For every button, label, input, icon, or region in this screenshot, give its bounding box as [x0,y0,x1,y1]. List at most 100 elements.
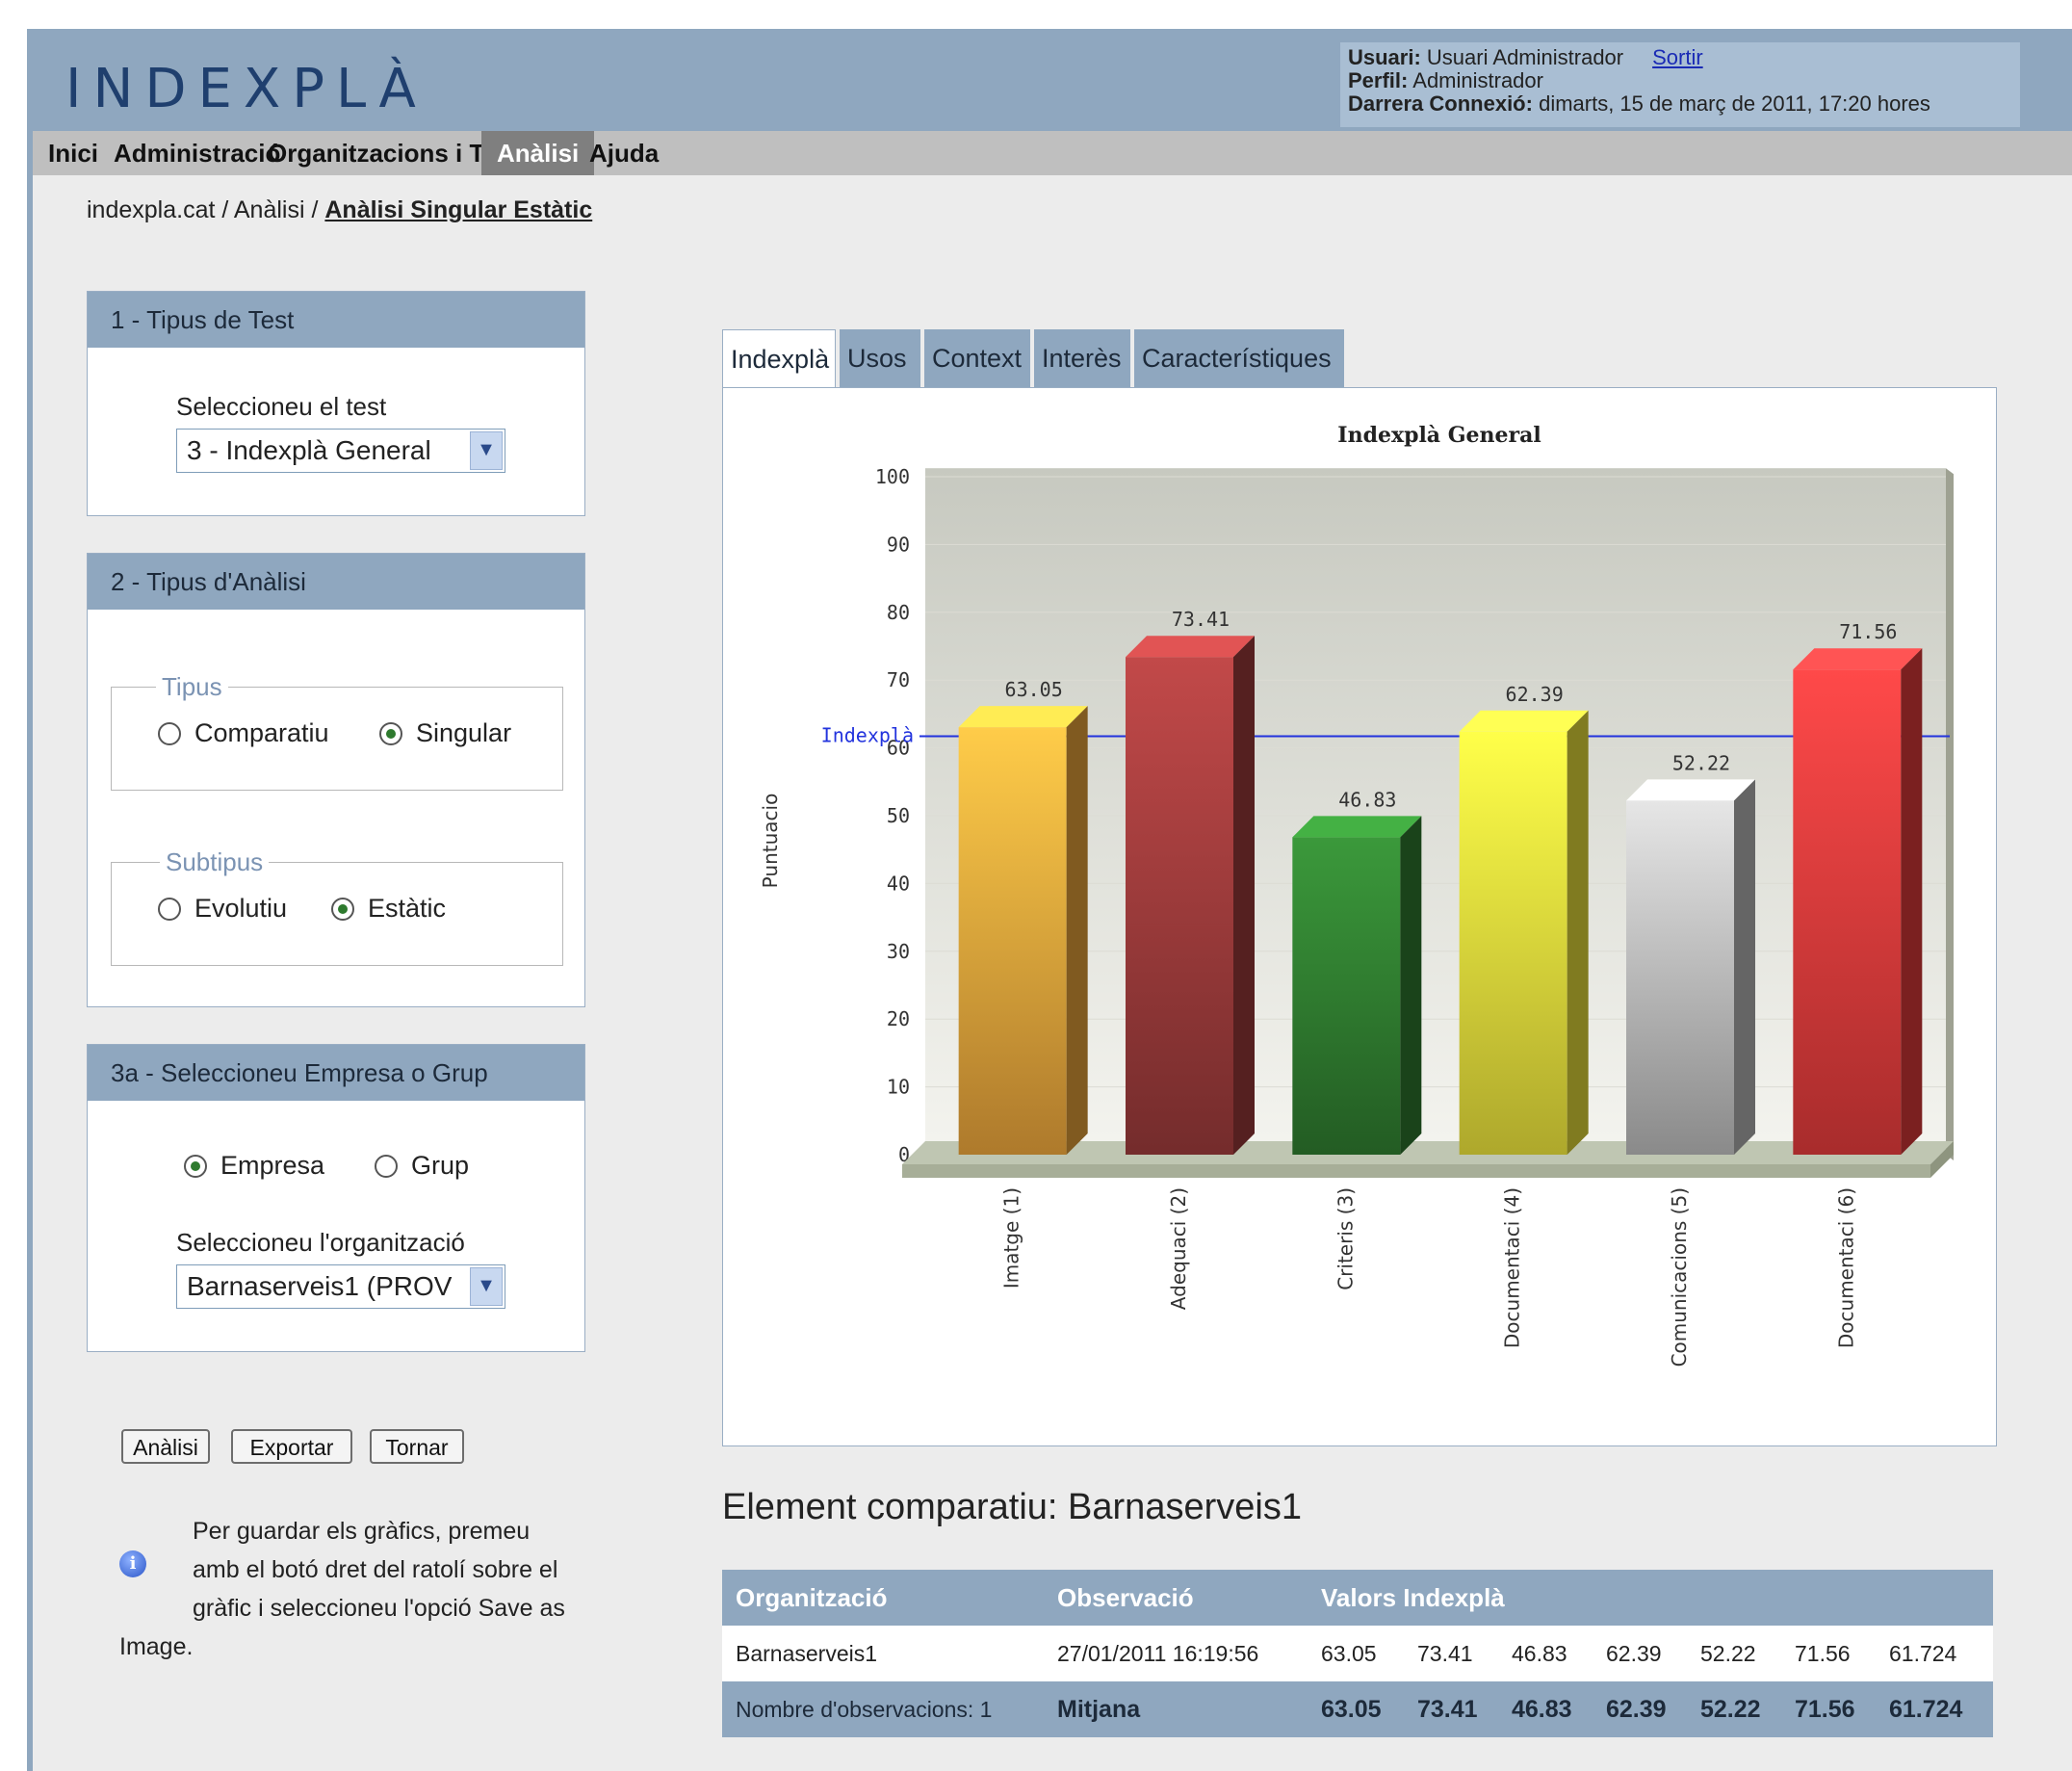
bar-value-label: 71.56 [1839,620,1897,643]
radio-comparatiu[interactable]: Comparatiu [158,718,329,748]
radio-evolutiu-label: Evolutiu [194,894,288,923]
chart-container: Indexplà General Puntuacio 0 10 20 30 40 50 60… [722,387,1997,1446]
summary-value-4: 62.39 [1606,1696,1667,1723]
row-value-7: 61.724 [1889,1641,1957,1666]
radio-empresa[interactable]: Empresa [184,1151,324,1181]
row-value-3: 46.83 [1512,1641,1567,1666]
tab-indexpla[interactable]: Indexplà [722,329,836,388]
bar-front [1126,657,1233,1155]
bar-value-label: 46.83 [1338,788,1396,811]
radio-grup-circle[interactable] [375,1154,398,1178]
radio-estatic-circle[interactable] [331,897,354,921]
user-label: Usuari: [1348,45,1421,69]
col-header-obs: Observació [1057,1583,1194,1612]
col-header-values: Valors Indexplà [1321,1583,1505,1612]
radio-singular-label: Singular [416,718,512,747]
tipus-legend: Tipus [156,672,228,702]
organization-select-value: Barnaserveis1 (PROV [187,1271,453,1301]
bar-front [1793,669,1902,1155]
y-tick-label: 90 [887,533,910,556]
radio-empresa-label: Empresa [220,1151,325,1180]
user-value: Usuari Administrador [1426,45,1624,69]
radio-evolutiu[interactable]: Evolutiu [158,894,287,924]
y-tick-label: 70 [887,668,910,691]
tab-caracteristiques[interactable]: Característiques [1134,329,1344,387]
logout-link[interactable]: Sortir [1652,45,1703,69]
organization-select[interactable]: Barnaserveis1 (PROV ▼ [176,1264,505,1309]
breadcrumb-path[interactable]: indexpla.cat / Anàlisi / [87,196,324,223]
analisi-button[interactable]: Anàlisi [121,1429,210,1464]
row-org: Barnaserveis1 [736,1641,878,1666]
col-header-org: Organització [736,1583,888,1612]
y-tick-label: 50 [887,804,910,827]
y-tick-label: 80 [887,601,910,624]
radio-comparatiu-circle[interactable] [158,721,181,745]
y-tick-label: 100 [875,465,910,488]
x-category-label: Imatge (1) [1000,1187,1023,1289]
info-icon: i [119,1550,146,1577]
summary-value-2: 73.41 [1417,1696,1478,1723]
summary-label: Mitjana [1057,1696,1141,1723]
radio-estatic[interactable]: Estàtic [331,894,446,924]
tab-interes[interactable]: Interès [1034,329,1130,387]
user-info-box: Usuari: Usuari Administrador Sortir Perfi… [1340,42,2020,127]
analysis-type-panel: 2 - Tipus d'Anàlisi Tipus Comparatiu Sin… [87,553,585,1007]
radio-singular-circle[interactable] [379,721,402,745]
bar-top [1459,710,1589,732]
radio-grup[interactable]: Grup [375,1151,469,1181]
chart-title: Indexplà General [1337,423,1541,448]
bar-side [1567,710,1589,1155]
info-line-4: Image. [119,1633,194,1660]
test-select[interactable]: 3 - Indexplà General ▼ [176,429,505,473]
nav-ajuda[interactable]: Ajuda [574,131,674,175]
results-table-header: Organització Observació Valors Indexplà [722,1570,1993,1626]
bar-value-label: 63.05 [1005,678,1063,701]
bar-front [1459,731,1567,1155]
tab-usos[interactable]: Usos [840,329,920,387]
app-logo: INDEXPLÀ [65,58,427,120]
last-connection-label: Darrera Connexió: [1348,91,1533,116]
profile-value: Administrador [1412,68,1543,92]
row-value-1: 63.05 [1321,1641,1377,1666]
radio-evolutiu-circle[interactable] [158,897,181,921]
profile-label: Perfil: [1348,68,1409,92]
radio-singular[interactable]: Singular [379,718,511,748]
select-org-label: Seleccioneu l'organització [176,1228,465,1257]
last-connection-value: dimarts, 15 de març de 2011, 17:20 hores [1539,91,1930,116]
bar-top [1626,779,1755,801]
bar-front [958,727,1067,1155]
back-button[interactable]: Tornar [370,1429,464,1464]
bar-front [1292,837,1401,1155]
x-category-label: Comunicacions (5) [1668,1187,1691,1367]
bar-value-label: 62.39 [1506,683,1564,706]
info-line-3: gràfic i seleccioneu l'opció Save as [193,1595,565,1622]
radio-estatic-label: Estàtic [368,894,447,923]
chart-ylabel: Puntuacio [759,794,782,889]
tab-context[interactable]: Context [924,329,1030,387]
chevron-down-icon[interactable]: ▼ [470,1267,503,1306]
summary-value-1: 63.05 [1321,1696,1382,1723]
summary-value-3: 46.83 [1512,1696,1572,1723]
bar-top [958,706,1088,728]
radio-comparatiu-label: Comparatiu [194,718,329,747]
compare-title: Element comparatiu: Barnaserveis1 [722,1487,1302,1527]
row-value-5: 52.22 [1700,1641,1756,1666]
breadcrumb-current[interactable]: Anàlisi Singular Estàtic [324,196,592,223]
bar-side [1066,706,1088,1155]
company-group-panel-title: 3a - Seleccioneu Empresa o Grup [88,1045,584,1101]
table-summary-row: Nombre d'observacions: 1 Mitjana 63.05 7… [722,1681,1993,1737]
table-row: Barnaserveis1 27/01/2011 16:19:56 63.05 … [722,1626,1993,1681]
test-select-value: 3 - Indexplà General [187,435,431,465]
radio-empresa-circle[interactable] [184,1154,207,1178]
row-value-4: 62.39 [1606,1641,1662,1666]
export-button[interactable]: Exportar [231,1429,352,1464]
chevron-down-icon[interactable]: ▼ [470,431,503,470]
y-tick-label: 30 [887,940,910,963]
summary-value-6: 71.56 [1795,1696,1855,1723]
summary-value-7: 61.724 [1889,1696,1963,1723]
plot-floor-front [902,1164,1930,1178]
radio-grup-label: Grup [411,1151,470,1180]
x-category-label: Documentaci (6) [1834,1187,1857,1348]
y-tick-label: 20 [887,1007,910,1030]
bar-top [1793,648,1923,670]
